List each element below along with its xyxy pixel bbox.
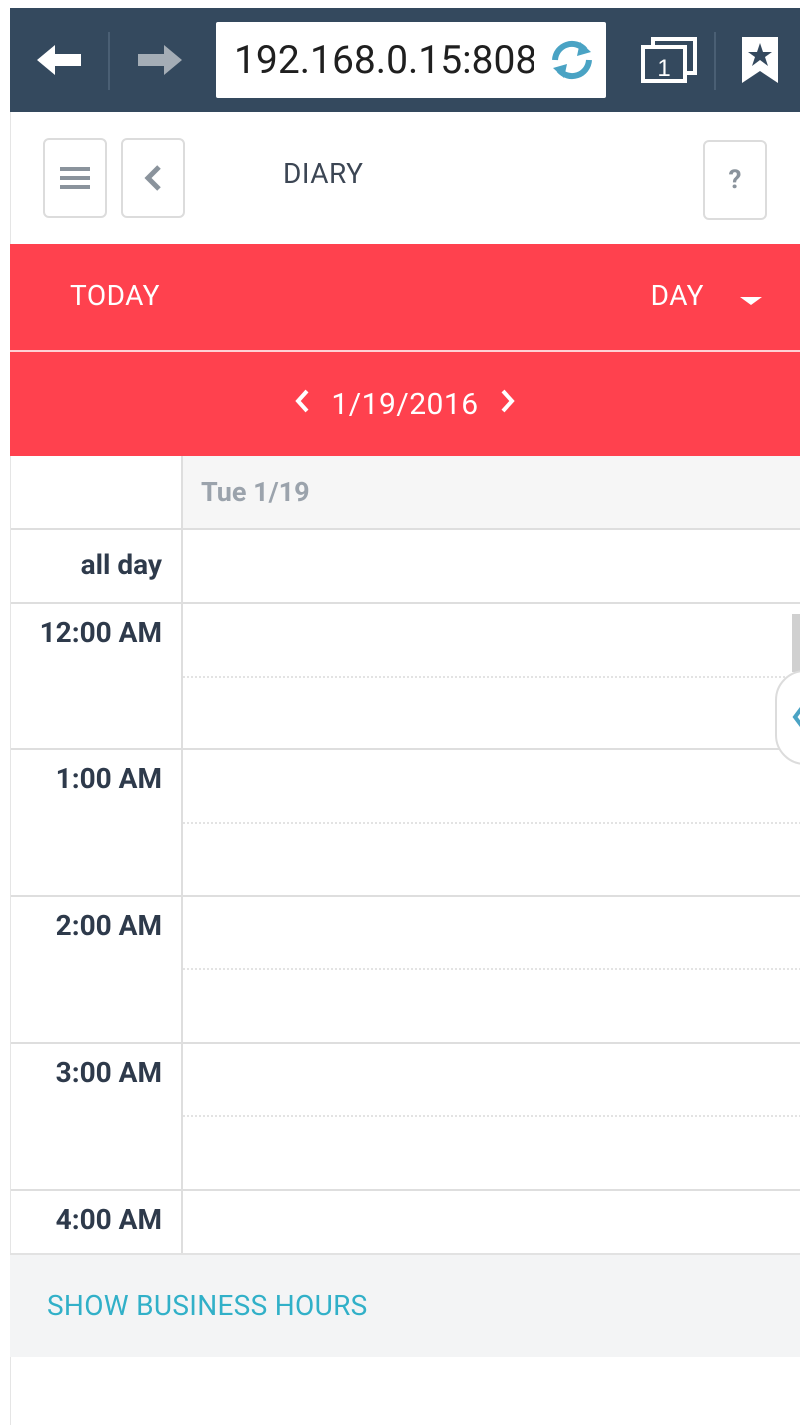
- page-title: DIARY: [283, 157, 364, 190]
- day-header-label: Tue 1/19: [201, 476, 310, 508]
- calendar-footer: SHOW BUSINESS HOURS: [10, 1253, 800, 1357]
- page-bottom-spacer: [10, 1357, 800, 1425]
- half-hour-line: [183, 822, 800, 824]
- tabs-icon: 1: [641, 37, 697, 83]
- grid-line: [11, 1042, 800, 1044]
- chevron-right-icon: [501, 389, 515, 412]
- prev-day-button[interactable]: [287, 387, 317, 422]
- half-hour-line: [183, 676, 800, 678]
- grid-line: [11, 528, 800, 530]
- grid-line: [11, 602, 800, 604]
- today-button[interactable]: TODAY: [70, 279, 160, 312]
- browser-toolbar: 192.168.0.15:808 1: [10, 8, 800, 112]
- calendar-toolbar: TODAY DAY: [10, 244, 800, 350]
- show-business-hours-link[interactable]: SHOW BUSINESS HOURS: [47, 1289, 368, 1322]
- tab-count: 1: [657, 55, 670, 82]
- arrow-left-icon: [37, 45, 81, 75]
- grid-line: [11, 895, 800, 897]
- grid-line: [11, 748, 800, 750]
- view-dropdown[interactable]: DAY: [651, 279, 762, 312]
- time-label-1am: 1:00 AM: [55, 762, 162, 795]
- address-bar[interactable]: 192.168.0.15:808: [216, 22, 606, 98]
- half-hour-line: [183, 1115, 800, 1117]
- time-label-3am: 3:00 AM: [55, 1056, 162, 1089]
- back-nav-button[interactable]: [121, 138, 185, 218]
- day-calendar-grid: Tue 1/19 all day 12:00 AM 1:00 AM 2:00 A…: [10, 456, 800, 1253]
- app-header: DIARY ?: [10, 112, 800, 244]
- arrow-right-icon: [138, 45, 182, 75]
- scrollbar-thumb[interactable]: [792, 614, 800, 672]
- time-column-divider: [181, 456, 183, 1253]
- reload-icon: [552, 40, 592, 80]
- reload-button[interactable]: [546, 34, 598, 86]
- chevron-down-icon: [740, 296, 762, 305]
- forward-button[interactable]: [110, 8, 210, 112]
- back-button[interactable]: [10, 8, 108, 112]
- half-hour-line: [183, 968, 800, 970]
- time-label-2am: 2:00 AM: [55, 909, 162, 942]
- next-day-button[interactable]: [493, 387, 523, 422]
- time-label-4am: 4:00 AM: [55, 1203, 162, 1236]
- current-date[interactable]: 1/19/2016: [331, 387, 478, 422]
- bookmark-star-icon: [742, 37, 778, 83]
- view-selected-value: DAY: [650, 279, 704, 312]
- chevron-left-icon: [791, 702, 800, 740]
- grid-line: [11, 1189, 800, 1191]
- side-drawer-handle[interactable]: [775, 670, 800, 765]
- toolbar-divider: [714, 32, 716, 90]
- chevron-left-icon: [144, 165, 161, 191]
- chevron-left-icon: [295, 389, 309, 412]
- help-icon: ?: [728, 165, 742, 195]
- tabs-button[interactable]: 1: [624, 8, 714, 112]
- hamburger-menu-icon: [60, 167, 90, 189]
- menu-button[interactable]: [43, 138, 107, 218]
- bookmark-button[interactable]: [720, 8, 800, 112]
- day-column-header: Tue 1/19: [183, 456, 800, 530]
- url-text: 192.168.0.15:808: [234, 37, 534, 83]
- time-label-12am: 12:00 AM: [39, 616, 162, 649]
- date-navigator: 1/19/2016: [10, 352, 800, 456]
- all-day-label: all day: [80, 548, 162, 581]
- help-button[interactable]: ?: [703, 140, 767, 220]
